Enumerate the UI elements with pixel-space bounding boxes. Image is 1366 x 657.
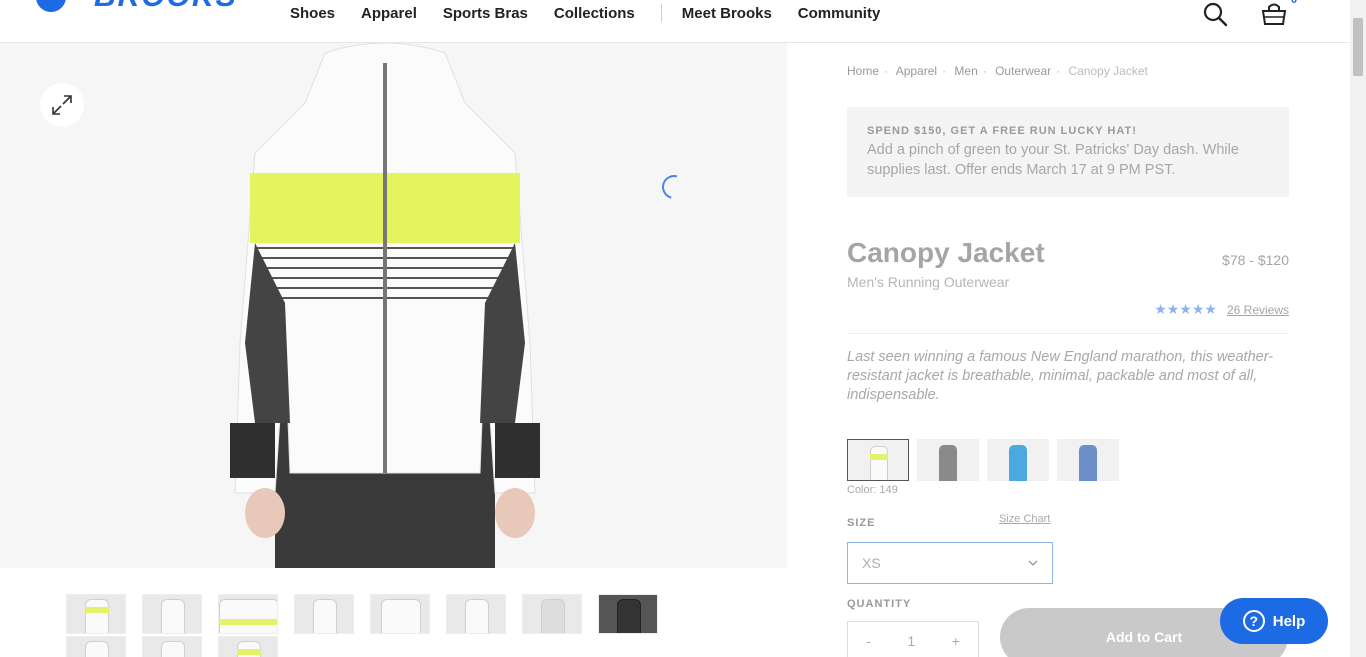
nav-divider [660,4,662,22]
reviews-link[interactable]: 26 Reviews [1227,303,1289,317]
size-label: SIZE [847,517,876,529]
divider [847,333,1289,334]
spinner-icon [657,170,691,204]
site-header: BROOKS Shoes Apparel Sports Bras Collect… [0,0,1350,43]
jacket-image [230,43,540,568]
logo-text: BROOKS [94,0,238,12]
search-icon[interactable] [1202,1,1230,27]
bag-count-badge: 0 [1291,0,1298,6]
nav-community[interactable]: Community [798,5,881,22]
product-description: Last seen winning a famous New England m… [847,349,1274,403]
quantity-minus-button[interactable]: - [866,633,871,649]
color-label: Color: 149 [847,484,898,496]
product-subtitle: Men's Running Outerwear [847,274,1010,290]
breadcrumb-men[interactable]: Men [954,64,977,78]
expand-image-button[interactable] [40,83,84,127]
thumbnail[interactable] [142,636,202,657]
promo-title: SPEND $150, GET A FREE RUN LUCKY HAT! [867,125,1137,137]
breadcrumb: Home · Apparel · Men · Outerwear · Canopy Ja… [847,64,1148,78]
brooks-logo[interactable]: BROOKS [36,0,238,12]
color-swatches [847,439,1119,481]
page: BROOKS Shoes Apparel Sports Bras Collect… [0,0,1366,657]
chevron-down-icon [1028,560,1038,566]
thumbnail[interactable] [218,594,278,634]
product-title: Canopy Jacket [847,237,1045,268]
color-swatch[interactable] [987,439,1049,481]
rating: ★★★★★ 26 Reviews [1154,301,1289,318]
color-swatch[interactable] [1057,439,1119,481]
color-swatch[interactable] [917,439,979,481]
thumbnail[interactable] [142,594,202,634]
thumbnail[interactable] [522,594,582,634]
help-label: Help [1272,612,1306,630]
page-scrollbar[interactable] [1350,0,1366,657]
product-price: $78 - $120 [1222,252,1289,268]
size-select[interactable]: XS [847,542,1053,584]
quantity-plus-button[interactable]: + [952,633,960,649]
bag-icon[interactable] [1260,1,1288,27]
thumbnail[interactable] [218,636,278,657]
nav-sports-bras[interactable]: Sports Bras [443,5,528,22]
nav-shoes[interactable]: Shoes [290,5,335,22]
nav-collections[interactable]: Collections [554,5,635,22]
promo-body: Add a pinch of green to your St. Patrick… [867,142,1239,178]
expand-icon [52,95,72,115]
size-chart-link[interactable]: Size Chart [999,513,1050,525]
scrollbar-thumb[interactable] [1353,18,1363,76]
star-rating-icon: ★★★★★ [1154,301,1217,317]
nav-apparel[interactable]: Apparel [361,5,417,22]
thumbnail[interactable] [66,636,126,657]
product-image-main[interactable] [0,43,787,568]
help-icon: ? [1242,610,1265,632]
promo-banner: SPEND $150, GET A FREE RUN LUCKY HAT! Ad… [847,107,1289,197]
breadcrumb-home[interactable]: Home [847,64,879,78]
logo-mark-icon [36,0,66,12]
breadcrumb-apparel[interactable]: Apparel [896,64,937,78]
quantity-value[interactable]: 1 [907,633,915,649]
breadcrumb-current: Canopy Jacket [1068,64,1148,78]
thumbnail[interactable] [446,594,506,634]
quantity-label: QUANTITY [847,598,912,610]
main-nav: Shoes Apparel Sports Bras Collections Me… [290,4,906,22]
thumbnail[interactable] [294,594,354,634]
quantity-stepper: - 1 + [847,621,979,657]
thumbnail[interactable] [66,594,126,634]
breadcrumb-outerwear[interactable]: Outerwear [995,64,1051,78]
thumbnail[interactable] [370,594,430,634]
size-value: XS [862,555,881,571]
nav-meet-brooks[interactable]: Meet Brooks [682,5,772,22]
thumbnail[interactable] [598,594,658,634]
help-button[interactable]: ? Help [1220,598,1328,644]
color-swatch[interactable] [847,439,909,481]
